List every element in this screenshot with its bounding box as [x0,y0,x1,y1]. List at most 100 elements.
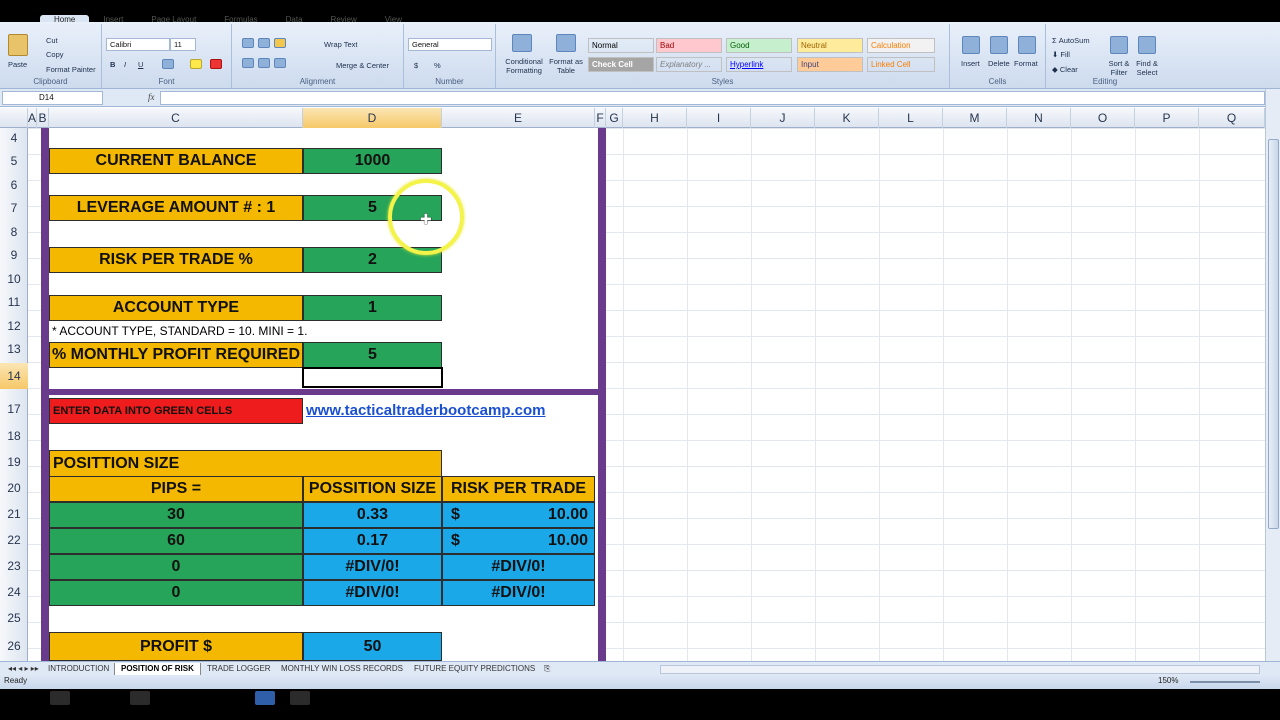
zoom-level[interactable]: 150% [1158,676,1178,685]
row-header-20[interactable]: 20 [0,476,28,501]
column-header-a[interactable]: A [28,108,37,128]
format-cells-icon[interactable] [1018,36,1036,54]
conditional-formatting-icon[interactable] [512,34,532,52]
insert-cells-icon[interactable] [962,36,980,54]
column-header-c[interactable]: C [49,108,303,128]
vertical-scroll-thumb[interactable] [1268,139,1279,529]
name-box[interactable]: D14 [2,91,103,105]
column-header-b[interactable]: B [37,108,49,128]
column-header-h[interactable]: H [623,108,687,128]
row-header-7[interactable]: 7 [0,195,28,222]
taskbar-app-icon[interactable] [130,691,150,705]
row-header-21[interactable]: 21 [0,501,28,528]
style-check-cell[interactable]: Check Cell [588,57,654,72]
column-header-l[interactable]: L [879,108,943,128]
fill-color-icon[interactable] [190,59,202,69]
bold-button[interactable]: B [110,60,115,69]
sort-filter-icon[interactable] [1110,36,1128,54]
sheet-tab-trade-logger[interactable]: TRADE LOGGER [201,663,277,675]
column-header-d[interactable]: D [303,108,442,128]
website-link[interactable]: www.tacticaltraderbootcamp.com [306,402,546,419]
paste-button[interactable]: Paste [8,60,27,69]
wrap-text-button[interactable]: Wrap Text [324,40,358,49]
style-explanatory[interactable]: Explanatory ... [656,57,722,72]
font-color-icon[interactable] [210,59,222,69]
column-header-i[interactable]: I [687,108,751,128]
conditional-formatting-button[interactable]: Conditional Formatting [500,57,548,75]
format-painter-button[interactable]: Format Painter [46,65,96,74]
column-header-o[interactable]: O [1071,108,1135,128]
align-middle-icon[interactable] [258,38,270,48]
vertical-scrollbar[interactable] [1265,89,1280,661]
format-as-table-icon[interactable] [556,34,576,52]
row-header-13[interactable]: 13 [0,336,28,363]
row-header-6[interactable]: 6 [0,175,28,195]
currency-button[interactable]: $ [414,61,418,70]
borders-icon[interactable] [162,59,174,69]
delete-button[interactable]: Delete [988,59,1010,68]
format-as-table-button[interactable]: Format as Table [548,57,584,75]
taskbar-app-icon[interactable] [290,691,310,705]
sheet-tab-future-equity[interactable]: FUTURE EQUITY PREDICTIONS [408,663,541,675]
percent-button[interactable]: % [434,61,441,70]
font-size-select[interactable]: 11 [170,38,196,51]
row-header-4[interactable]: 4 [0,128,28,148]
italic-button[interactable]: I [124,60,126,69]
align-center-icon[interactable] [258,58,270,68]
row-header-17[interactable]: 17 [0,395,28,424]
sheet-tab-monthly-win-loss[interactable]: MONTHLY WIN LOSS RECORDS [275,663,409,675]
select-all-corner[interactable] [0,108,28,128]
row-header-18[interactable]: 18 [0,424,28,449]
zoom-slider[interactable] [1190,681,1260,683]
merge-center-button[interactable]: Merge & Center [336,61,389,70]
column-header-k[interactable]: K [815,108,879,128]
row-header-9[interactable]: 9 [0,242,28,269]
row-header-23[interactable]: 23 [0,553,28,580]
row-header-22[interactable]: 22 [0,528,28,553]
align-right-icon[interactable] [274,58,286,68]
pips-cell[interactable]: 60 [49,528,303,554]
fill-button[interactable]: ⬇ Fill [1052,50,1070,59]
delete-cells-icon[interactable] [990,36,1008,54]
selected-cell-d14[interactable] [302,367,443,388]
font-name-select[interactable]: Calibri [106,38,170,51]
clear-button[interactable]: ◆ Clear [1052,65,1078,74]
pips-cell[interactable]: 0 [49,554,303,580]
column-header-q[interactable]: Q [1199,108,1265,128]
style-linked-cell[interactable]: Linked Cell [867,57,935,72]
insert-function-button[interactable]: fx [148,92,155,102]
copy-button[interactable]: Copy [46,50,64,59]
paste-icon[interactable] [8,34,28,56]
style-input[interactable]: Input [797,57,863,72]
row-header-10[interactable]: 10 [0,269,28,289]
align-left-icon[interactable] [242,58,254,68]
column-header-g[interactable]: G [606,108,623,128]
column-header-f[interactable]: F [595,108,606,128]
style-neutral[interactable]: Neutral [797,38,863,53]
taskbar-app-icon[interactable] [255,691,275,705]
align-top-icon[interactable] [242,38,254,48]
row-header-5[interactable]: 5 [0,148,28,175]
format-button[interactable]: Format [1014,59,1038,68]
column-header-e[interactable]: E [442,108,595,128]
row-header-25[interactable]: 25 [0,605,28,631]
horizontal-scrollbar[interactable] [660,665,1260,674]
current-balance-input[interactable]: 1000 [303,148,442,174]
style-normal[interactable]: Normal [588,38,654,53]
style-bad[interactable]: Bad [656,38,722,53]
column-header-m[interactable]: M [943,108,1007,128]
column-header-p[interactable]: P [1135,108,1199,128]
column-header-j[interactable]: J [751,108,815,128]
pips-cell[interactable]: 0 [49,580,303,606]
row-header-19[interactable]: 19 [0,449,28,476]
style-good[interactable]: Good [726,38,792,53]
sheet-tab-position-of-risk[interactable]: POSITION OF RISK [114,663,201,675]
find-select-icon[interactable] [1138,36,1156,54]
autosum-button[interactable]: Σ AutoSum [1052,36,1090,45]
row-header-12[interactable]: 12 [0,316,28,336]
new-sheet-icon[interactable]: ⎘ [538,663,556,675]
sheet-nav-arrows[interactable]: ◂◂ ◂ ▸ ▸▸ [2,663,45,675]
sort-filter-button[interactable]: Sort & Filter [1104,59,1134,77]
row-header-8[interactable]: 8 [0,222,28,242]
row-header-26[interactable]: 26 [0,631,28,661]
